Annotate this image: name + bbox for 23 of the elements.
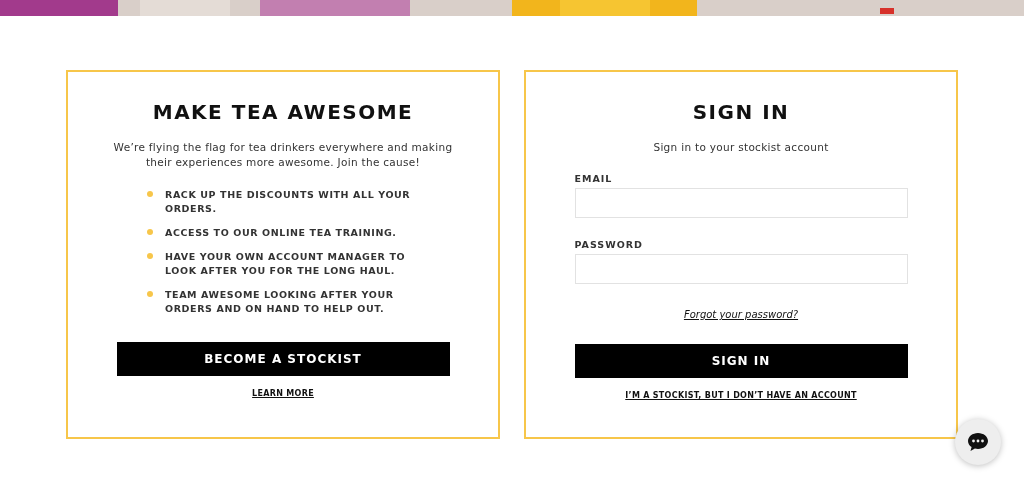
bullet-icon [147, 229, 153, 235]
sign-in-button[interactable]: SIGN IN [574, 344, 908, 378]
chat-icon [967, 432, 989, 452]
no-account-link[interactable]: I’M A STOCKIST, BUT I DON’T HAVE AN ACCOUNT [625, 391, 857, 400]
field-label: PASSWORD [574, 239, 644, 250]
bullet-icon [147, 291, 153, 297]
benefit-text: ACCESS TO OUR ONLINE TEA TRAINING. [165, 226, 397, 240]
benefit-text: HAVE YOUR OWN ACCOUNT MANAGER TO LOOK AFTER YOU FOR THE LONG HAUL. [165, 250, 407, 278]
benefit-text: TEAM AWESOME LOOKING AFTER YOUR ORDERS AND ON HAND TO HELP OUT. [165, 288, 395, 316]
benefit-text: RACK UP THE DISCOUNTS WITH ALL YOUR ORDERS. [165, 188, 412, 216]
learn-more-link[interactable]: LEARN MORE [252, 389, 314, 398]
input-field[interactable] [574, 188, 908, 218]
forgot-password-link[interactable]: Forgot your password? [683, 309, 799, 320]
field-label: EMAIL [574, 173, 614, 184]
subtitle: Sign in to your stockist account [653, 141, 829, 153]
intro-text: We’re flying the flag for tea drinkers everywhere and making their experiences more awesome. Join the cause! [113, 140, 453, 170]
bullet-icon [147, 253, 153, 259]
bullet-icon [147, 191, 153, 197]
card-title: MAKE TEA AWESOME [152, 100, 414, 124]
become-stockist-button[interactable]: BECOME A STOCKIST [116, 342, 450, 376]
card-title: SIGN IN [692, 100, 790, 124]
chat-button[interactable] [955, 419, 1001, 465]
input-field[interactable] [574, 254, 908, 284]
